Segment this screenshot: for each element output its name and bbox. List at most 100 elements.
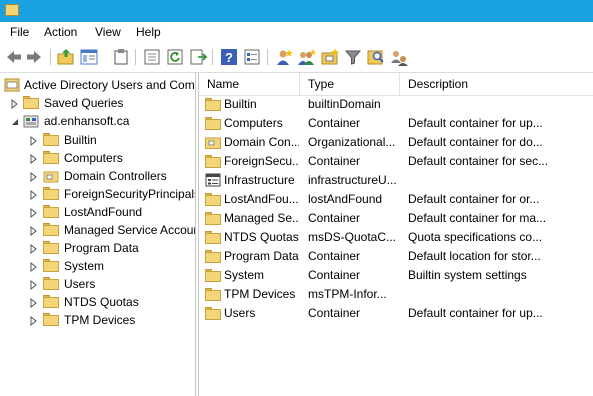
toolbar-separator	[212, 49, 213, 65]
properties-icon[interactable]	[243, 48, 261, 66]
folder-icon	[23, 96, 39, 109]
tree-item-label: Program Data	[64, 241, 139, 255]
list-row[interactable]: Program Data Container Default location …	[199, 247, 593, 266]
tree-item-users[interactable]: Users	[0, 275, 195, 293]
expand-arrow-icon[interactable]	[30, 297, 38, 309]
tree-item-builtin[interactable]: Builtin	[0, 131, 195, 149]
list-row[interactable]: ForeignSecu... Container Default contain…	[199, 152, 593, 171]
expand-arrow-icon[interactable]	[30, 207, 38, 219]
tree-item-saved-queries[interactable]: Saved Queries	[0, 94, 195, 112]
list-row[interactable]: Infrastructure infrastructureU...	[199, 171, 593, 190]
tree-item-domain-controllers[interactable]: Domain Controllers	[0, 167, 195, 185]
back-arrow-icon[interactable]	[5, 48, 23, 66]
list-row[interactable]: System Container Builtin system settings	[199, 266, 593, 285]
tree-item-system[interactable]: System	[0, 257, 195, 275]
expand-arrow-icon[interactable]	[30, 153, 38, 165]
expand-arrow-icon[interactable]	[30, 189, 38, 201]
new-user-icon[interactable]	[275, 48, 293, 66]
column-header-name[interactable]: Name	[199, 73, 300, 95]
tree-item-program-data[interactable]: Program Data	[0, 239, 195, 257]
domain-icon	[23, 114, 39, 128]
menu-view[interactable]: View	[95, 25, 121, 39]
list-row[interactable]: Managed Se... Container Default containe…	[199, 209, 593, 228]
add-to-group-icon[interactable]	[390, 48, 408, 66]
collapse-arrow-icon[interactable]	[11, 116, 19, 126]
forward-arrow-icon[interactable]	[25, 48, 43, 66]
filter-icon[interactable]	[344, 48, 362, 66]
export-icon[interactable]	[189, 48, 207, 66]
clipboard-icon[interactable]	[112, 48, 130, 66]
expand-arrow-icon[interactable]	[30, 171, 38, 183]
list-row[interactable]: NTDS Quotas msDS-QuotaC... Quota specifi…	[199, 228, 593, 247]
infrastructure-icon	[205, 173, 221, 190]
folder-icon	[205, 288, 221, 301]
column-header-description[interactable]: Description	[400, 73, 593, 95]
list-row[interactable]: Domain Con... Organizational... Default …	[199, 133, 593, 152]
tree-item-label: LostAndFound	[64, 205, 143, 219]
folder-icon	[43, 313, 59, 326]
tree-item-managed-service-accounts[interactable]: Managed Service Accounts	[0, 221, 195, 239]
column-header-type[interactable]: Type	[300, 73, 400, 95]
folder-icon	[43, 205, 59, 218]
expand-arrow-icon[interactable]	[30, 243, 38, 255]
row-description: Builtin system settings	[408, 268, 527, 282]
row-name: TPM Devices	[224, 287, 296, 301]
tree-item-label: ForeignSecurityPrincipals	[64, 187, 196, 201]
list-row[interactable]: Builtin builtinDomain	[199, 95, 593, 114]
folder-icon	[205, 98, 221, 111]
tree-item-ntds-quotas[interactable]: NTDS Quotas	[0, 293, 195, 311]
row-description: Default location for stor...	[408, 249, 541, 263]
list-row[interactable]: Users Container Default container for up…	[199, 304, 593, 323]
list-row[interactable]: TPM Devices msTPM-Infor...	[199, 285, 593, 304]
row-type: msTPM-Infor...	[308, 287, 387, 301]
row-name: Computers	[224, 116, 283, 130]
refresh-icon[interactable]	[166, 48, 184, 66]
expand-arrow-icon[interactable]	[30, 261, 38, 273]
column-header-row: Name Type Description	[199, 73, 593, 96]
help-icon[interactable]: ?	[220, 48, 238, 66]
menu-help[interactable]: Help	[136, 25, 161, 39]
list-row[interactable]: Computers Container Default container fo…	[199, 114, 593, 133]
folder-icon	[43, 277, 59, 290]
folder-icon	[43, 133, 59, 146]
up-folder-icon[interactable]	[57, 48, 75, 66]
tree-item-label: Builtin	[64, 133, 97, 147]
folder-icon	[43, 187, 59, 200]
new-group-icon[interactable]	[298, 48, 316, 66]
tree-item-domain[interactable]: ad.enhansoft.ca	[0, 112, 195, 130]
row-name: System	[224, 268, 265, 282]
show-console-tree-icon[interactable]	[80, 48, 98, 66]
expand-arrow-icon[interactable]	[30, 225, 38, 237]
expand-arrow-icon[interactable]	[30, 135, 38, 147]
menu-bar: File Action View Help	[0, 22, 593, 42]
new-ou-icon[interactable]	[321, 48, 339, 66]
row-description: Quota specifications co...	[408, 230, 543, 244]
expand-arrow-icon[interactable]	[11, 98, 19, 110]
folder-icon	[43, 259, 59, 272]
folder-icon	[43, 151, 59, 164]
row-name: Domain Con...	[224, 135, 299, 149]
tree-item-lost-and-found[interactable]: LostAndFound	[0, 203, 195, 221]
find-icon[interactable]	[367, 48, 385, 66]
row-type: Container	[308, 268, 361, 282]
tree-item-foreign-security-principals[interactable]: ForeignSecurityPrincipals	[0, 185, 195, 203]
menu-file[interactable]: File	[10, 25, 29, 39]
expand-arrow-icon[interactable]	[30, 315, 38, 327]
expand-arrow-icon[interactable]	[30, 279, 38, 291]
tree-item-tpm-devices[interactable]: TPM Devices	[0, 311, 195, 329]
export-list-icon[interactable]	[143, 48, 161, 66]
tree-root[interactable]: Active Directory Users and Com	[0, 76, 195, 94]
row-type: Container	[308, 249, 361, 263]
row-type: lostAndFound	[308, 192, 383, 206]
menu-action[interactable]: Action	[44, 25, 77, 39]
row-type: Container	[308, 116, 361, 130]
row-name: ForeignSecu...	[224, 154, 299, 168]
folder-icon	[43, 295, 59, 308]
app-icon	[5, 4, 19, 16]
tree-item-label: Users	[64, 277, 96, 291]
tree-item-computers[interactable]: Computers	[0, 149, 195, 167]
tree-item-label: Saved Queries	[44, 96, 124, 110]
ad-users-computers-icon	[4, 78, 20, 92]
tree-item-label: Managed Service Accounts	[64, 223, 196, 237]
list-row[interactable]: LostAndFou... lostAndFound Default conta…	[199, 190, 593, 209]
